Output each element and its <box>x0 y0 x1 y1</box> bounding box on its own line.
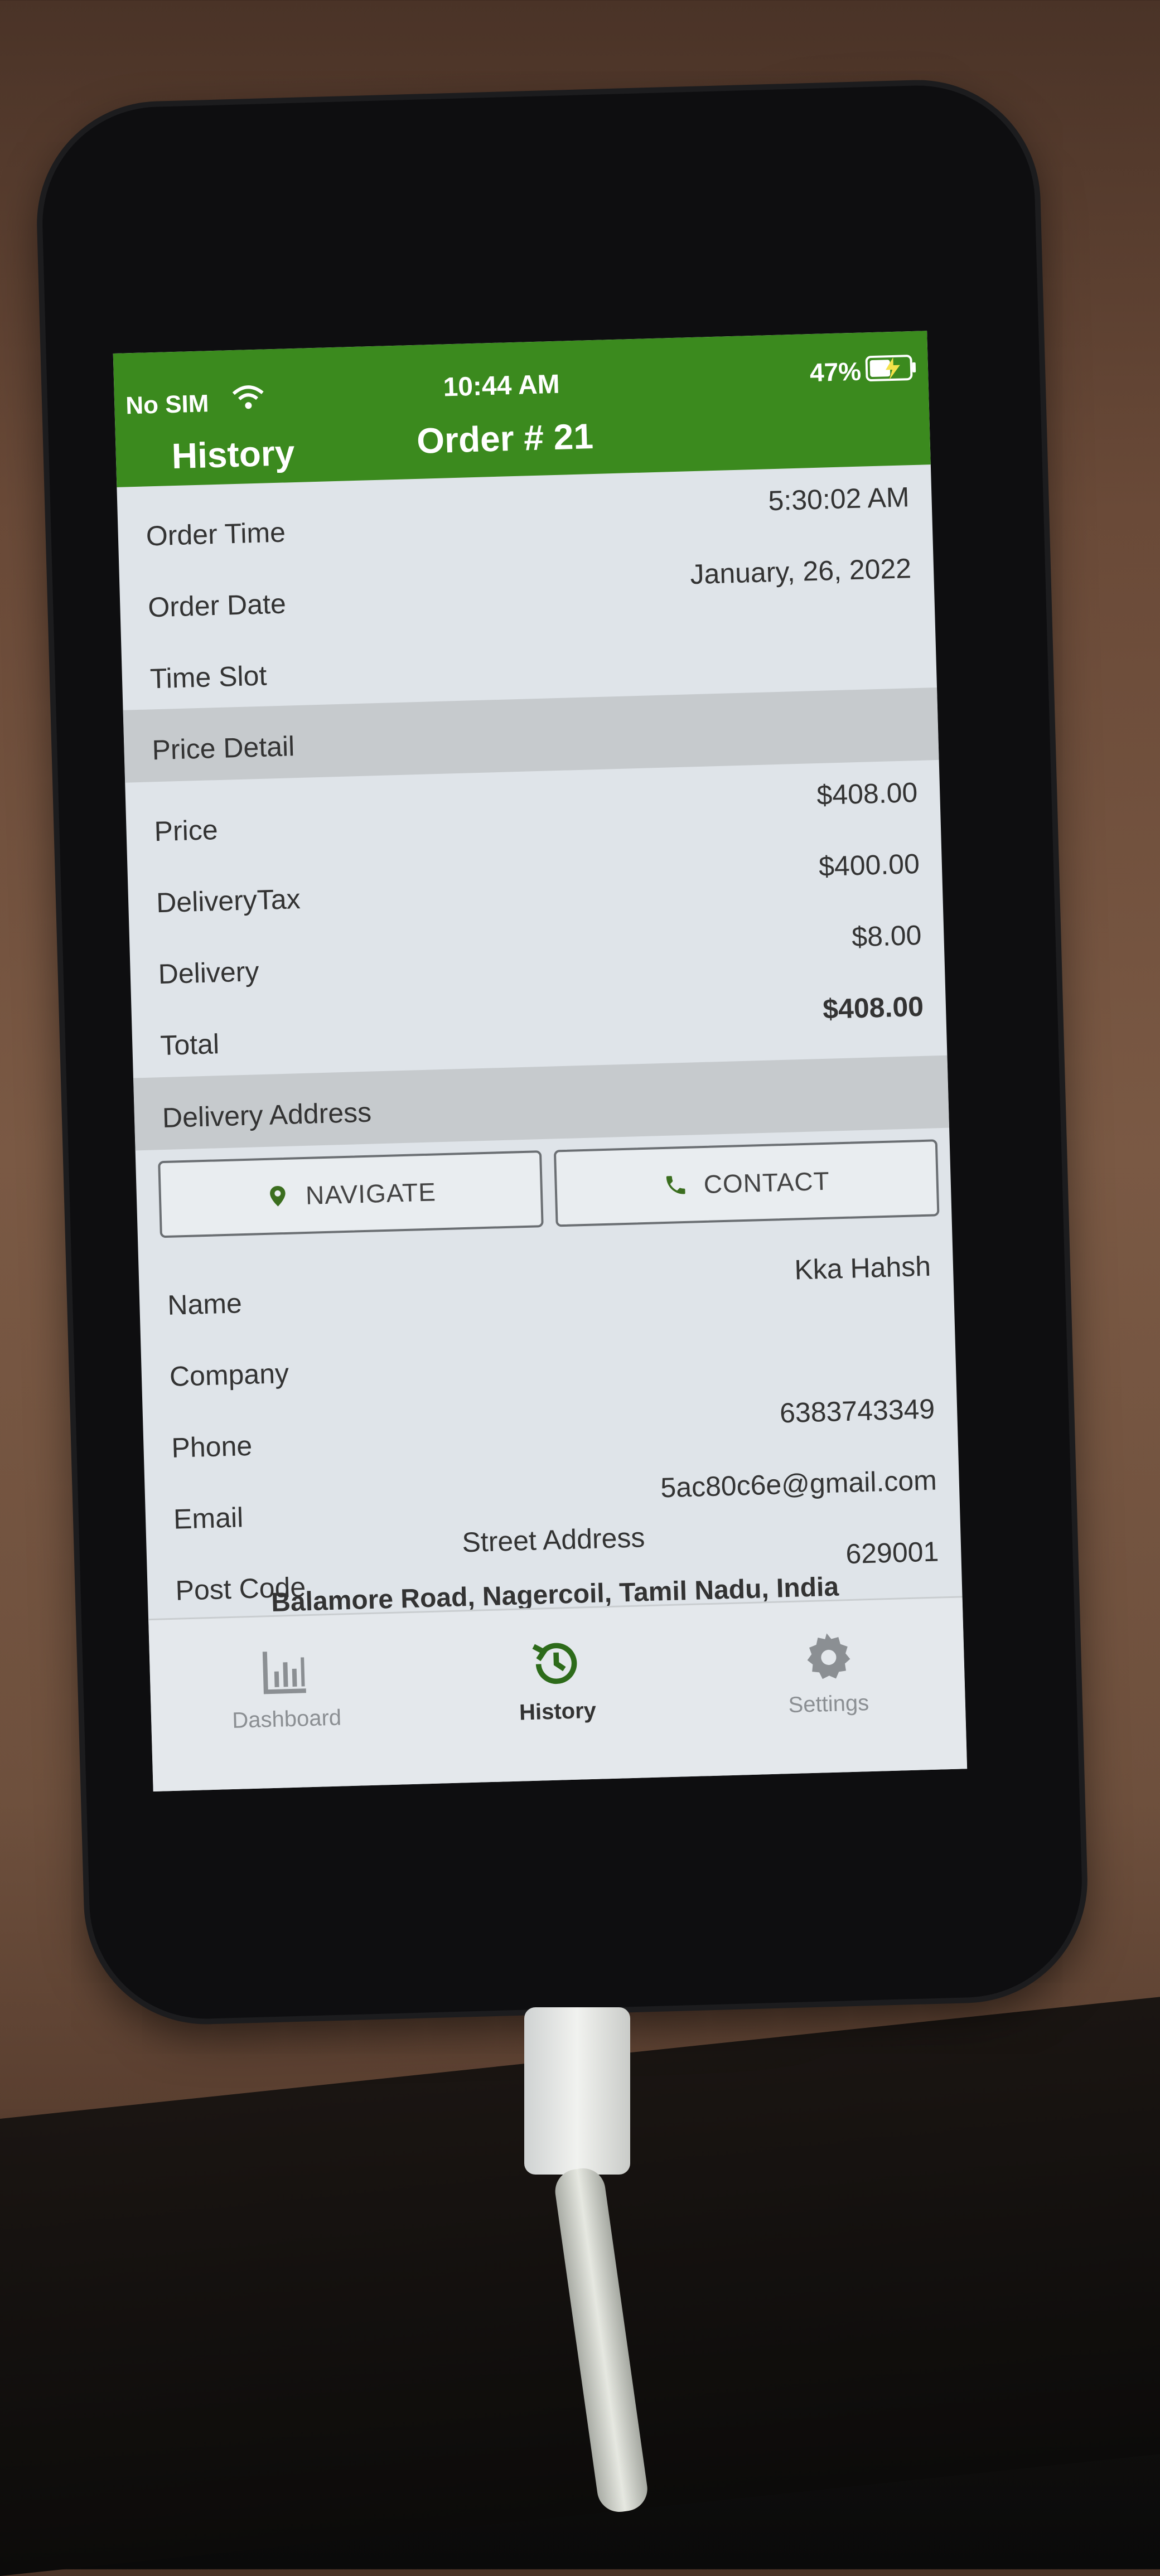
price-detail-title: Price Detail <box>151 730 295 766</box>
history-icon <box>532 1643 577 1684</box>
total-label: Total <box>160 1028 220 1062</box>
contact-label: CONTACT <box>703 1166 830 1199</box>
email-label: Email <box>173 1502 244 1535</box>
status-time: 10:44 AM <box>442 369 560 403</box>
delivery-value: $8.00 <box>851 919 922 953</box>
order-date-value: January, 26, 2022 <box>689 553 912 590</box>
delivery-label: Delivery <box>158 956 260 990</box>
status-battery: 47% <box>809 356 862 388</box>
navigate-button[interactable]: NAVIGATE <box>158 1150 544 1238</box>
price-label: Price <box>153 814 219 848</box>
bar-chart-icon <box>262 1652 306 1694</box>
phone-value: 6383743349 <box>779 1393 935 1429</box>
battery-charging-icon <box>865 355 916 382</box>
total-value: $408.00 <box>822 990 924 1025</box>
status-carrier: No SIM <box>125 390 210 420</box>
gear-icon <box>807 1633 850 1679</box>
delivery-address-title: Delivery Address <box>162 1096 372 1134</box>
delivery-tax-label: DeliveryTax <box>156 883 301 919</box>
back-button[interactable]: History <box>171 432 295 477</box>
phone-screen: No SIM 10:44 AM 47% History Order # 21 O… <box>113 331 968 1791</box>
company-label: Company <box>169 1357 289 1392</box>
email-value: 5ac80c6e@gmail.com <box>660 1464 937 1504</box>
tab-dashboard-label: Dashboard <box>231 1705 342 1733</box>
lightning-cable-plug <box>524 2007 630 2175</box>
tab-bar: Dashboard History Settings <box>148 1596 968 1791</box>
tab-settings[interactable]: Settings <box>690 1609 965 1761</box>
tab-history-label: History <box>519 1698 597 1725</box>
contact-button[interactable]: CONTACT <box>553 1139 940 1227</box>
map-pin-icon <box>270 1186 286 1207</box>
navigate-label: NAVIGATE <box>305 1177 437 1210</box>
price-value: $408.00 <box>816 777 919 811</box>
order-date-label: Order Date <box>147 588 287 623</box>
delivery-address-header: Delivery Address <box>133 1055 950 1151</box>
delivery-tax-value: $400.00 <box>818 848 920 883</box>
phone-device: No SIM 10:44 AM 47% History Order # 21 O… <box>39 82 1085 2022</box>
header-bar: No SIM 10:44 AM 47% History Order # 21 <box>113 331 931 487</box>
tab-dashboard[interactable]: Dashboard <box>149 1624 424 1776</box>
tab-history[interactable]: History <box>420 1616 695 1769</box>
order-time-value: 5:30:02 AM <box>767 481 910 517</box>
page-title: Order # 21 <box>416 416 594 461</box>
phone-label: Phone <box>171 1430 253 1464</box>
order-detail-content[interactable]: Order Time 5:30:02 AM Order Date January… <box>117 464 962 1619</box>
phone-icon <box>666 1176 685 1194</box>
name-label: Name <box>167 1287 243 1321</box>
order-time-label: Order Time <box>146 516 286 552</box>
name-value: Kka Hahsh <box>794 1250 931 1286</box>
wifi-icon <box>232 385 264 409</box>
time-slot-label: Time Slot <box>149 660 268 695</box>
tab-settings-label: Settings <box>787 1691 869 1718</box>
